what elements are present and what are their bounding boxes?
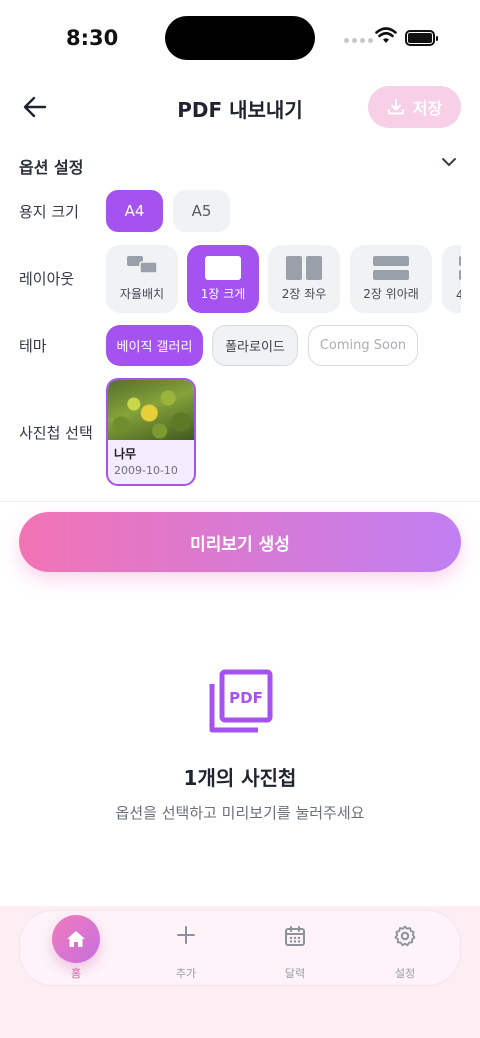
download-icon — [387, 99, 404, 115]
layout-four-icon — [459, 256, 461, 280]
layout-side-by-side-card[interactable]: 2장 좌우 — [268, 245, 340, 313]
layout-single-card[interactable]: 1장 크게 — [187, 245, 259, 313]
paper-size-label: 용지 크기 — [19, 203, 79, 221]
status-bar: 8:30 — [0, 0, 480, 76]
layout-single-icon — [205, 256, 241, 280]
theme-coming-soon-chip: Coming Soon — [308, 325, 418, 366]
header: PDF 내보내기 저장 — [0, 84, 480, 130]
paper-a5-chip[interactable]: A5 — [173, 190, 230, 232]
tab-calendar-label: 달력 — [284, 967, 306, 980]
album-thumbnail — [108, 380, 194, 440]
calendar-icon — [285, 926, 305, 946]
empty-state-title: 1개의 사진첩 — [183, 766, 297, 790]
save-button[interactable]: 저장 — [368, 86, 461, 128]
layout-auto-card[interactable]: 자율배치 — [106, 245, 178, 313]
paper-a4-chip[interactable]: A4 — [106, 190, 163, 232]
album-card[interactable]: 나무 2009-10-10 — [106, 378, 196, 486]
tab-add-label: 추가 — [175, 967, 197, 980]
layout-four-label: 4 — [456, 288, 461, 302]
layout-single-label: 1장 크게 — [200, 287, 246, 301]
layout-options: 자율배치 1장 크게 2장 좌우 2장 위아래 4 — [0, 230, 461, 330]
theme-polaroid-chip[interactable]: 폴라로이드 — [212, 325, 298, 366]
theme-label: 테마 — [19, 337, 47, 355]
tab-home[interactable]: 홈 — [36, 911, 116, 987]
battery-icon — [405, 30, 438, 46]
dynamic-island — [165, 16, 315, 60]
layout-stacked-card[interactable]: 2장 위아래 — [350, 245, 432, 313]
pdf-icon-text: PDF — [229, 689, 263, 707]
options-section-toggle[interactable]: 옵션 설정 — [19, 150, 461, 180]
tab-add[interactable]: 추가 — [146, 911, 226, 987]
album-name: 나무 — [114, 447, 137, 461]
options-title: 옵션 설정 — [19, 158, 84, 177]
wifi-icon — [375, 27, 397, 43]
generate-preview-button[interactable]: 미리보기 생성 — [19, 512, 461, 572]
divider — [0, 501, 480, 502]
signal-icon — [344, 38, 373, 43]
album-select-label: 사진첩 선택 — [19, 424, 93, 442]
layout-stacked-icon — [373, 256, 409, 280]
empty-state-subtitle: 옵션을 선택하고 미리보기를 눌러주세요 — [115, 804, 365, 822]
home-icon — [67, 931, 85, 947]
pdf-icon: PDF — [209, 669, 273, 733]
theme-basic-gallery-chip[interactable]: 베이직 갤러리 — [106, 325, 203, 366]
tab-home-label: 홈 — [70, 967, 82, 980]
tab-calendar[interactable]: 달력 — [255, 911, 335, 987]
layout-side-by-side-icon — [286, 256, 322, 280]
layout-auto-label: 자율배치 — [119, 287, 165, 301]
save-label: 저장 — [412, 99, 443, 118]
gear-icon — [394, 925, 416, 947]
album-date: 2009-10-10 — [114, 464, 178, 477]
layout-four-card[interactable]: 4 — [442, 245, 461, 313]
layout-side-by-side-label: 2장 좌우 — [281, 287, 327, 301]
chevron-down-icon — [442, 158, 456, 166]
layout-auto-icon — [127, 256, 158, 274]
tab-settings-label: 설정 — [394, 967, 416, 980]
status-time: 8:30 — [66, 26, 119, 50]
tab-bar: 홈 추가 달력 설정 — [19, 910, 461, 986]
layout-stacked-label: 2장 위아래 — [363, 287, 419, 301]
plus-icon — [177, 926, 195, 944]
tab-settings[interactable]: 설정 — [365, 911, 445, 987]
